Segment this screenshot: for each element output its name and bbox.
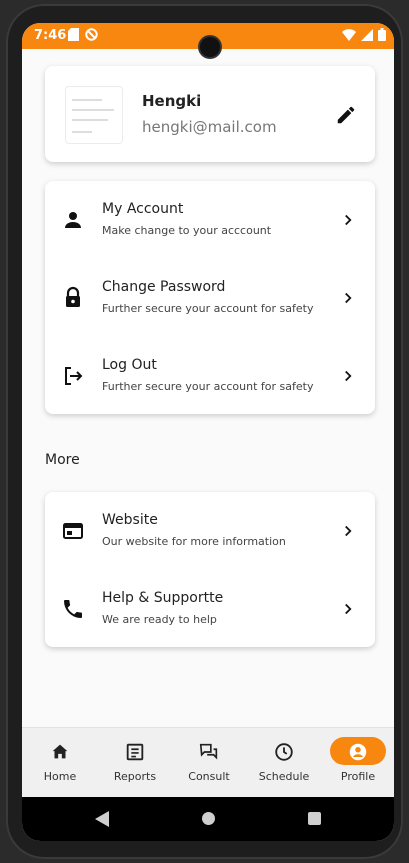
back-icon[interactable] xyxy=(95,811,109,827)
menu-item-subtitle: Further secure your account for safety xyxy=(102,302,314,315)
menu-item-subtitle: We are ready to help xyxy=(102,613,217,626)
menu-item-website[interactable]: Website Our website for more information xyxy=(45,492,375,570)
nav-label: Home xyxy=(43,770,77,783)
signal-icon xyxy=(361,28,373,41)
nav-item-reports[interactable]: Reports xyxy=(102,736,168,792)
status-time: 7:46 xyxy=(34,28,67,43)
nav-item-schedule[interactable]: Schedule xyxy=(251,736,317,792)
profile-card: Hengki hengki@mail.com xyxy=(45,66,375,162)
avatar[interactable] xyxy=(65,86,123,144)
reports-icon xyxy=(126,743,144,761)
menu-item-my-account[interactable]: My Account Make change to your acccount xyxy=(45,181,375,259)
profile-email: hengki@mail.com xyxy=(142,118,277,136)
home-button-icon[interactable] xyxy=(202,812,215,825)
logout-icon xyxy=(65,367,83,385)
bottom-navigation: Home Reports Consult Schedule Profile xyxy=(22,727,394,798)
clock-icon xyxy=(275,743,293,761)
chat-icon xyxy=(199,743,218,760)
nav-label: Reports xyxy=(113,770,157,783)
menu-item-log-out[interactable]: Log Out Further secure your account for … xyxy=(45,337,375,415)
menu-item-subtitle: Our website for more information xyxy=(102,535,286,548)
chevron-right-icon xyxy=(345,292,352,304)
section-heading-more: More xyxy=(45,452,80,468)
chevron-right-icon xyxy=(345,603,352,615)
nav-item-home[interactable]: Home xyxy=(27,736,93,792)
phone-icon xyxy=(64,600,82,618)
menu-item-subtitle: Make change to your acccount xyxy=(102,224,272,237)
nav-label: Profile xyxy=(340,770,376,783)
profile-icon xyxy=(349,743,367,761)
more-menu-card: Website Our website for more information… xyxy=(45,492,375,647)
nav-label: Schedule xyxy=(258,770,310,783)
menu-item-title: Website xyxy=(102,512,158,528)
menu-item-title: Change Password xyxy=(102,279,226,295)
wifi-icon xyxy=(342,28,356,41)
menu-item-title: Log Out xyxy=(102,357,157,373)
lock-icon xyxy=(66,286,80,307)
battery-icon xyxy=(378,28,386,41)
device-frame: 7:46 Hengki hengki@mail.com My Account M… xyxy=(6,4,403,859)
nav-label: Consult xyxy=(188,770,230,783)
menu-item-title: Help & Supportte xyxy=(102,590,224,606)
app-screen: 7:46 Hengki hengki@mail.com My Account M… xyxy=(22,23,394,841)
chevron-right-icon xyxy=(345,525,352,537)
menu-item-help-support[interactable]: Help & Supportte We are ready to help xyxy=(45,570,375,648)
front-camera xyxy=(200,37,220,57)
account-menu-card: My Account Make change to your acccount … xyxy=(45,181,375,414)
web-icon xyxy=(63,523,83,539)
recent-apps-icon[interactable] xyxy=(308,812,321,825)
menu-item-title: My Account xyxy=(102,201,184,217)
home-icon xyxy=(52,744,68,759)
chevron-right-icon xyxy=(345,214,352,226)
system-navigation-bar xyxy=(22,797,394,841)
chevron-right-icon xyxy=(345,370,352,382)
person-icon xyxy=(65,212,81,228)
sd-card-icon xyxy=(68,28,79,41)
profile-name: Hengki xyxy=(142,92,202,110)
nav-item-profile[interactable]: Profile xyxy=(325,736,391,792)
nav-item-consult[interactable]: Consult xyxy=(176,736,242,792)
do-not-disturb-icon xyxy=(85,28,98,41)
menu-item-change-password[interactable]: Change Password Further secure your acco… xyxy=(45,259,375,337)
pencil-icon[interactable] xyxy=(335,104,357,126)
menu-item-subtitle: Further secure your account for safety xyxy=(102,380,314,393)
